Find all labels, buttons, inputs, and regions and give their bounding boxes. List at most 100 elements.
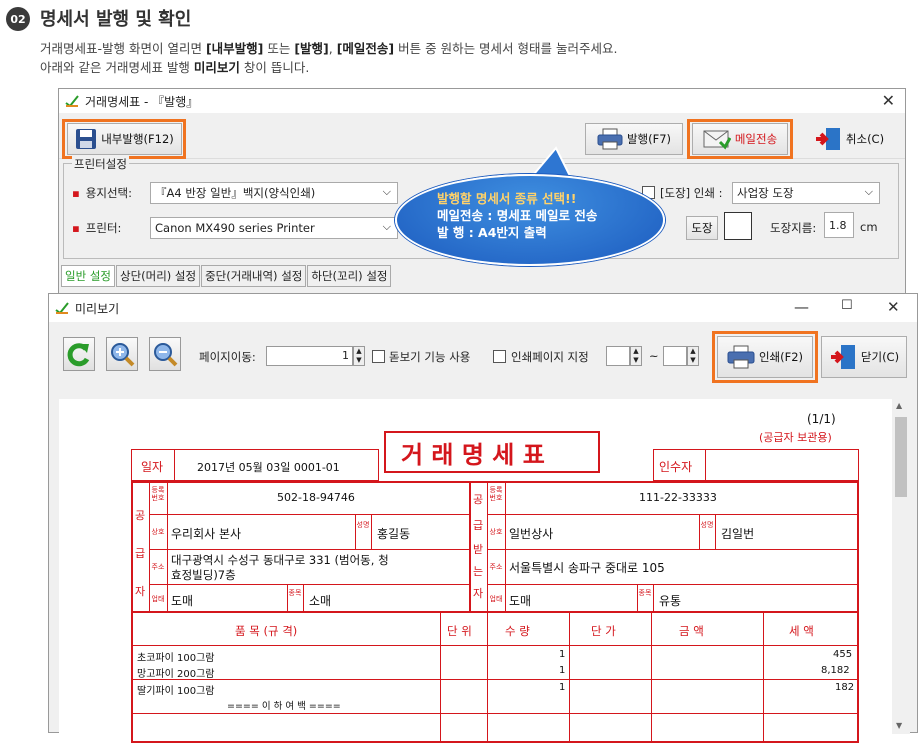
issue-button[interactable]: 발행(F7) [585, 123, 683, 155]
item-qty: 1 [559, 665, 566, 676]
buyer-biz: 도매 [509, 594, 532, 608]
invoice-date: 2017년 05월 03일 0001-01 [197, 461, 340, 474]
preview-window: 미리보기 — ☐ ✕ 페이지이동: 1 ▲ ▼ 돋보기 기능 사용 인쇄페이지 지… [48, 293, 918, 743]
range-tilde: ~ [649, 349, 659, 363]
callout-bubble: 발행할 명세서 종류 선택!! 메일전송 : 명세표 메일로 전송 발 행 : … [395, 174, 665, 266]
buyer-reg-label: 등록번호 [489, 486, 503, 502]
print-page-to[interactable] [663, 346, 687, 366]
print-button[interactable]: 인쇄(F2) [717, 336, 813, 378]
scroll-thumb[interactable] [895, 417, 907, 497]
floppy-icon [76, 129, 97, 149]
buyer-rep: 김일번 [721, 527, 755, 541]
scroll-up-icon[interactable]: ▲ [896, 401, 902, 410]
refresh-button[interactable] [63, 337, 95, 371]
supplier-biz-label: 업태 [151, 595, 165, 603]
chevron-down-icon: ⌵ [382, 220, 391, 233]
tab-general[interactable]: 일반 설정 [61, 265, 115, 287]
buyer-addr-label: 주소 [489, 563, 503, 571]
preview-titlebar: 미리보기 [49, 294, 917, 322]
stamp-preview [724, 212, 752, 240]
buyer-type: 유통 [659, 594, 682, 608]
invoice-title: 거 래 명 세 표 [401, 441, 545, 469]
stamp-size-input[interactable]: 1.8 [824, 212, 854, 238]
buyer-name: 일번상사 [509, 527, 554, 541]
buyer-reg: 111-22-33333 [639, 491, 717, 504]
window-titlebar: 거래명세표 - 『발행』 ✕ [59, 89, 905, 113]
preview-scrollbar[interactable]: ▲ ▼ [892, 399, 910, 734]
buyer-side-2: 급 [473, 519, 484, 532]
scroll-down-icon[interactable]: ▼ [896, 721, 902, 730]
stamp-select[interactable]: 사업장 도장 ⌵ [732, 182, 880, 204]
tab-header[interactable]: 상단(머리) 설정 [115, 265, 201, 287]
paper-select[interactable]: 『A4 반장 일반』백지(양식인쇄) ⌵ [150, 182, 398, 204]
issue-toolbar: 내부발행(F12) 발행(F7) 메일전송 취소(C) [59, 113, 905, 159]
page-move-label: 페이지이동: [199, 350, 256, 364]
zoom-checkbox[interactable] [372, 350, 385, 363]
window-title: 거래명세표 - 『발행』 [85, 94, 199, 109]
callout-line-3: 발 행 : A4반지 출력 [437, 225, 547, 240]
printer-select[interactable]: Canon MX490 series Printer ⌵ [150, 217, 398, 239]
maximize-icon[interactable]: ☐ [841, 298, 853, 313]
buyer-side-5: 자 [473, 587, 484, 600]
printer-settings-legend: 프린터설정 [72, 156, 129, 172]
supplier-side-3: 자 [135, 585, 146, 598]
intro-line-1: 거래명세표-발행 화면이 열리면 [내부발행] 또는 [발행], [메일전송] … [40, 41, 618, 56]
preview-toolbar: 페이지이동: 1 ▲ ▼ 돋보기 기능 사용 인쇄페이지 지정 ▲ ▼ ~ ▲ ▼ 인… [49, 324, 917, 384]
cancel-button[interactable]: 취소(C) [801, 123, 897, 155]
end-mark: ==== 이 하 여 백 ==== [227, 701, 341, 712]
header-item: 품 목 (규 격) [235, 624, 298, 638]
supplier-name-label: 상호 [151, 528, 165, 536]
supplier-name: 우리회사 본사 [171, 527, 242, 541]
paper-label: ▪ 용지선택: [72, 186, 132, 200]
exit-door-icon [830, 345, 855, 369]
internal-issue-button[interactable]: 내부발행(F12) [67, 123, 182, 155]
print-page-to-spinner[interactable]: ▲ ▼ [687, 346, 699, 366]
buyer-name-label: 상호 [489, 528, 503, 536]
zoom-in-button[interactable] [106, 337, 138, 371]
recipient-label: 인수자 [659, 460, 693, 474]
app-logo-icon [55, 302, 69, 314]
settings-tabs: 일반 설정 상단(머리) 설정 중단(거래내역) 설정 하단(꼬리) 설정 [61, 265, 392, 287]
supplier-rep-label: 성명 [356, 521, 370, 529]
print-page-from[interactable] [606, 346, 630, 366]
zoom-label: 돋보기 기능 사용 [389, 350, 471, 364]
printer-label: ▪ 프린터: [72, 221, 122, 235]
tab-body[interactable]: 중단(거래내역) 설정 [201, 265, 307, 287]
zoom-out-button[interactable] [149, 337, 181, 371]
page-spinner[interactable]: ▲ ▼ [353, 346, 365, 366]
buyer-side-3: 받 [473, 543, 484, 556]
printer-icon [597, 128, 623, 150]
stamp-size-label: 도장지름: [770, 221, 817, 235]
mail-icon [703, 130, 731, 150]
stamp-print-label: [도장] 인쇄 : [660, 186, 723, 200]
supplier-type: 소매 [309, 594, 332, 608]
copy-label: (공급자 보관용) [759, 431, 832, 444]
date-label: 일자 [141, 460, 164, 474]
print-page-label: 인쇄페이지 지정 [511, 350, 589, 364]
callout-line-1: 발행할 명세서 종류 선택!! [437, 191, 577, 206]
supplier-reg: 502-18-94746 [277, 491, 355, 504]
header-amount: 금 액 [679, 624, 704, 638]
print-page-checkbox[interactable] [493, 350, 506, 363]
print-page-from-spinner[interactable]: ▲ ▼ [630, 346, 642, 366]
email-send-button[interactable]: 메일전송 [692, 123, 788, 155]
page-input[interactable]: 1 [266, 346, 353, 366]
preview-title: 미리보기 [75, 301, 120, 316]
item-tax: 455 [833, 649, 853, 660]
supplier-addr-1: 대구광역시 수성구 동대구로 331 (범어동, 청 [171, 553, 389, 567]
close-icon[interactable]: ✕ [882, 91, 895, 110]
close-preview-button[interactable]: 닫기(C) [821, 336, 907, 378]
item-name: 딸기파이 100그람 [137, 686, 215, 697]
chevron-down-icon: ⌵ [382, 185, 391, 198]
chevron-down-icon: ⌵ [864, 185, 873, 198]
refresh-icon [67, 343, 90, 367]
step-badge: 02 [6, 7, 30, 31]
minimize-icon[interactable]: — [794, 298, 809, 316]
close-icon[interactable]: ✕ [887, 298, 900, 316]
buyer-addr: 서울특별시 송파구 중대로 105 [509, 561, 665, 575]
app-logo-icon [65, 95, 79, 107]
tab-footer[interactable]: 하단(꼬리) 설정 [307, 265, 392, 287]
supplier-side-1: 공 [135, 509, 146, 522]
buyer-side-1: 공 [473, 493, 484, 506]
stamp-button[interactable]: 도장 [686, 216, 718, 240]
